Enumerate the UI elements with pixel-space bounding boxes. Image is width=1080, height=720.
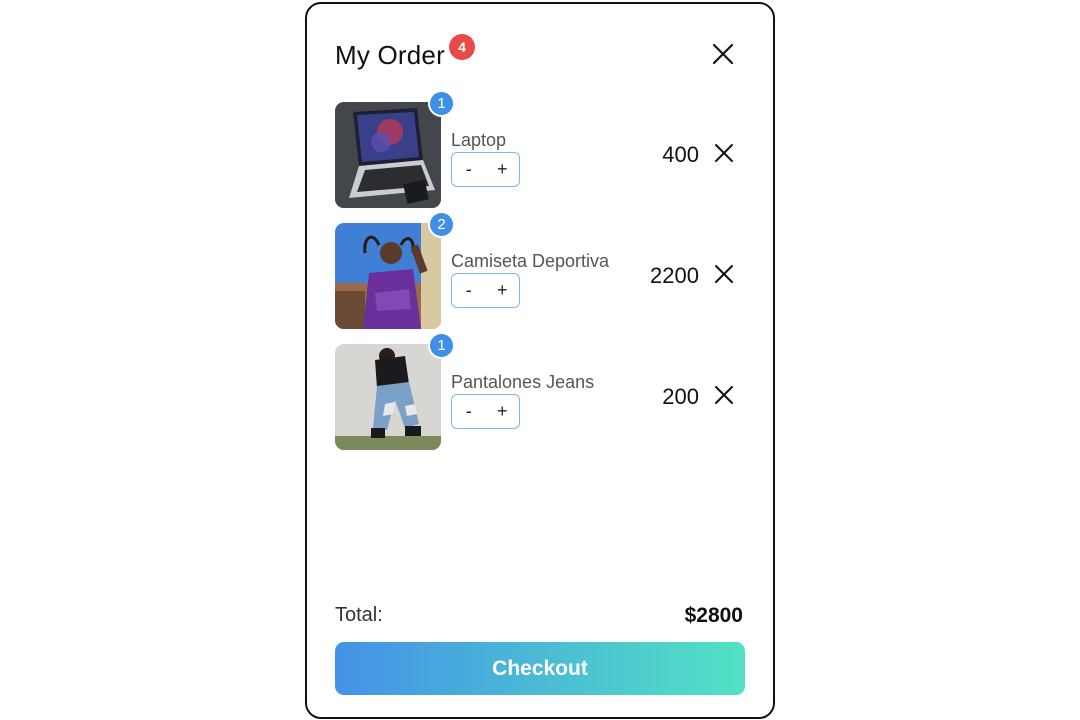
laptop-photo [335, 102, 441, 208]
increment-button[interactable]: + [488, 401, 516, 422]
quantity-badge: 1 [428, 332, 455, 359]
order-header: My Order 4 [335, 34, 745, 78]
order-panel: My Order 4 1 Laptop - + 400 2 Camiseta D… [305, 2, 775, 719]
remove-item-icon[interactable] [713, 263, 735, 285]
quantity-stepper: - + [451, 152, 520, 187]
sports-shirt-photo [335, 223, 441, 329]
decrement-button[interactable]: - [455, 159, 483, 180]
close-icon[interactable] [707, 38, 739, 70]
quantity-badge: 1 [428, 90, 455, 117]
decrement-button[interactable]: - [455, 280, 483, 301]
item-name: Camiseta Deportiva [451, 251, 610, 271]
remove-item-icon[interactable] [713, 142, 735, 164]
total-value: $2800 [684, 604, 743, 627]
item-name: Laptop [451, 130, 507, 150]
list-item: 1 Laptop - + 400 [335, 90, 749, 210]
item-price: 200 [662, 384, 699, 409]
increment-button[interactable]: + [488, 159, 516, 180]
remove-item-icon[interactable] [713, 384, 735, 406]
quantity-stepper: - + [451, 394, 520, 429]
quantity-stepper: - + [451, 273, 520, 308]
item-price: 2200 [650, 263, 699, 288]
increment-button[interactable]: + [488, 280, 516, 301]
order-count-badge: 4 [449, 34, 475, 60]
list-item: 1 Pantalones Jeans - + 200 [335, 332, 749, 452]
decrement-button[interactable]: - [455, 401, 483, 422]
item-name: Pantalones Jeans [451, 372, 595, 392]
total-label: Total: [335, 604, 383, 626]
quantity-badge: 2 [428, 211, 455, 238]
page-title: My Order [335, 40, 445, 70]
jeans-photo [335, 344, 441, 450]
checkout-button[interactable]: Checkout [335, 642, 745, 695]
list-item: 2 Camiseta Deportiva - + 2200 [335, 211, 749, 331]
item-price: 400 [662, 142, 699, 167]
